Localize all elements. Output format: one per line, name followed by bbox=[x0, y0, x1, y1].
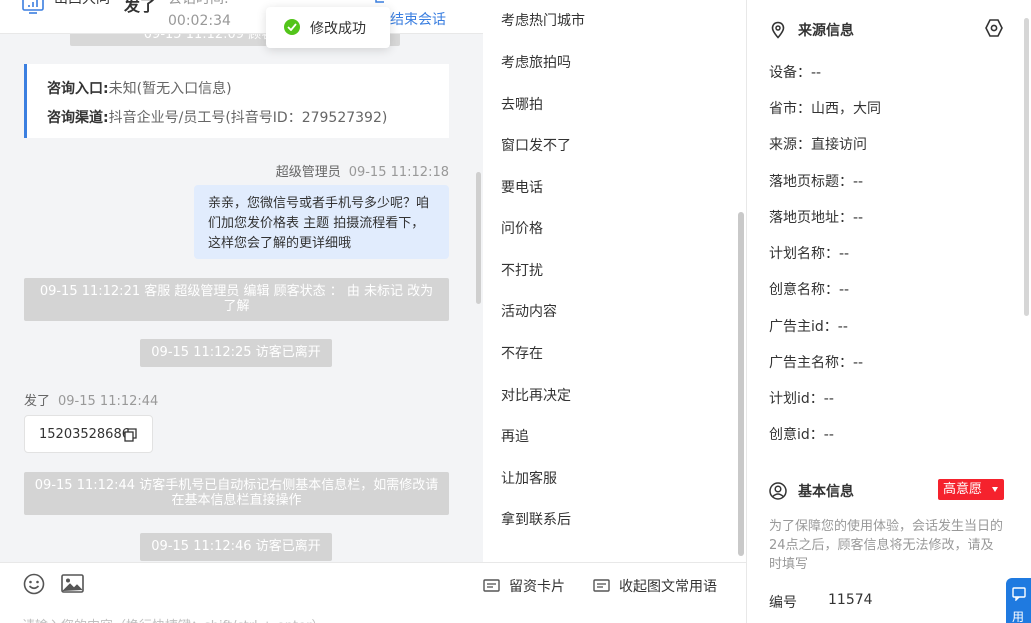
settings-icon[interactable] bbox=[984, 18, 1004, 38]
phrase-item[interactable]: 拿到联系后 bbox=[501, 509, 571, 529]
basic-info-title: 基本信息 bbox=[798, 484, 854, 500]
session-label: 会话时间: bbox=[168, 0, 231, 10]
intent-level-dropdown[interactable]: 高意愿 bbox=[938, 479, 1004, 500]
visitor-message-name: 发了 bbox=[24, 394, 51, 409]
consult-info-card: 咨询入口:未知(暂无入口信息) 咨询渠道:抖音企业号/员工号(抖音号ID：279… bbox=[24, 64, 449, 138]
session-time: 00:02:34 bbox=[168, 13, 231, 29]
chat-panel: 山西大同 发了 会话时间: 00:02:34 结束会话 09-15 11:12:… bbox=[0, 0, 483, 623]
phrase-item[interactable]: 考虑热门城市 bbox=[501, 10, 585, 30]
intent-level-label: 高意愿 bbox=[943, 482, 983, 497]
system-message: 09-15 11:12:25 访客已离开 bbox=[140, 339, 332, 367]
info-panel-scrollbar[interactable] bbox=[1024, 18, 1029, 316]
consult-entry: 咨询入口:未知(暂无入口信息) bbox=[47, 78, 232, 98]
phrase-item[interactable]: 去哪拍 bbox=[501, 94, 543, 114]
phrase-item[interactable]: 不打扰 bbox=[501, 260, 543, 280]
phrase-item[interactable]: 让加客服 bbox=[501, 468, 557, 488]
source-field-creative-name: 创意名称：-- bbox=[769, 282, 850, 298]
lead-card-label: 留资卡片 bbox=[509, 579, 565, 595]
copy-icon[interactable] bbox=[124, 428, 137, 442]
source-field-plan-id: 计划id：-- bbox=[769, 391, 834, 407]
monitor-icon bbox=[22, 0, 44, 14]
visitor-phone-number: 15203528686 bbox=[39, 427, 130, 442]
consult-channel: 咨询渠道:抖音企业号/员工号(抖音号ID：279527392) bbox=[47, 107, 387, 127]
system-message: 09-15 11:12:46 访客已离开 bbox=[140, 533, 332, 561]
consult-channel-label: 咨询渠道: bbox=[47, 110, 109, 126]
lead-card-button[interactable]: 留资卡片 bbox=[483, 576, 565, 596]
phrase-item[interactable]: 问价格 bbox=[501, 218, 543, 238]
phrase-item[interactable]: 再追 bbox=[501, 426, 529, 446]
consult-channel-value: 抖音企业号/员工号(抖音号ID：279527392) bbox=[108, 110, 388, 126]
source-field-landing-title: 落地页标题：-- bbox=[769, 174, 864, 190]
visitor-nickname: 发了 bbox=[124, 0, 157, 15]
basic-info-header: 基本信息 bbox=[769, 481, 854, 501]
phrase-item[interactable]: 活动内容 bbox=[501, 301, 557, 321]
phrase-item[interactable]: 窗口发不了 bbox=[501, 135, 571, 155]
chevron-down-icon bbox=[992, 487, 998, 492]
phrase-item[interactable]: 要电话 bbox=[501, 177, 543, 197]
phrase-item[interactable]: 对比再决定 bbox=[501, 385, 571, 405]
source-field-advertiser-name: 广告主名称：-- bbox=[769, 355, 864, 371]
quick-phrase-list: 考虑热门城市 考虑旅拍吗 去哪拍 窗口发不了 要电话 问价格 不打扰 活动内容 … bbox=[483, 0, 746, 562]
visitor-message-bubble: 15203528686 bbox=[24, 415, 153, 453]
collapse-phrases-button[interactable]: 收起图文常用语 bbox=[593, 576, 717, 596]
end-session-button[interactable]: 结束会话 bbox=[390, 9, 446, 29]
source-field-region: 省市：山西，大同 bbox=[769, 101, 881, 117]
consult-entry-label: 咨询入口: bbox=[47, 81, 109, 97]
source-field-device: 设备：-- bbox=[769, 65, 822, 81]
source-field-plan-name: 计划名称：-- bbox=[769, 246, 850, 262]
customer-number-value: 11574 bbox=[828, 592, 873, 608]
source-info-title: 来源信息 bbox=[798, 23, 854, 39]
chat-header: 山西大同 发了 会话时间: 00:02:34 结束会话 bbox=[0, 0, 483, 34]
chat-scrollbar[interactable] bbox=[476, 172, 481, 304]
source-field-origin: 来源：直接访问 bbox=[769, 137, 867, 153]
message-composer: 留资卡片 收起图文常用语 请输入您的内容（换行快捷键：shift/ctrl + … bbox=[0, 562, 746, 623]
source-field-creative-id: 创意id：-- bbox=[769, 427, 834, 443]
source-field-landing-url: 落地页地址：-- bbox=[769, 210, 864, 226]
source-info-header: 来源信息 bbox=[769, 20, 854, 40]
floating-phrase-button[interactable]: 用 bbox=[1006, 578, 1031, 623]
emoji-icon[interactable] bbox=[23, 573, 45, 595]
phrase-scrollbar[interactable] bbox=[738, 212, 744, 556]
agent-message-meta: 超级管理员 09-15 11:12:18 bbox=[276, 161, 449, 180]
consult-entry-value: 未知(暂无入口信息) bbox=[108, 81, 232, 97]
end-session-icon[interactable] bbox=[374, 0, 386, 6]
info-edit-notice: 为了保障您的使用体验，会话发生当日的24点之后，顾客信息将无法修改，请及时填写 bbox=[769, 519, 1004, 572]
success-toast: 修改成功 bbox=[266, 7, 390, 48]
toast-message: 修改成功 bbox=[310, 21, 366, 37]
phrase-item[interactable]: 不存在 bbox=[501, 343, 543, 363]
chat-bubble-icon bbox=[1012, 587, 1026, 601]
system-message: 09-15 11:12:44 访客手机号已自动标记右侧基本信息栏，如需修改请在基… bbox=[24, 472, 449, 515]
phrase-item[interactable]: 考虑旅拍吗 bbox=[501, 52, 571, 72]
success-check-icon bbox=[284, 19, 300, 35]
location-pin-icon bbox=[771, 21, 785, 39]
image-icon[interactable] bbox=[61, 574, 84, 593]
customer-info-panel: 来源信息 设备：-- 省市：山西，大同 来源：直接访问 落地页标题：-- 落地页… bbox=[747, 0, 1031, 623]
visitor-message-meta: 发了 09-15 11:12:44 bbox=[24, 390, 158, 409]
customer-number-label: 编号 bbox=[769, 595, 797, 611]
collapse-phrases-label: 收起图文常用语 bbox=[619, 579, 717, 595]
chat-workspace: 山西大同 发了 会话时间: 00:02:34 结束会话 09-15 11:12:… bbox=[0, 0, 1031, 623]
floating-button-label: 用 bbox=[1012, 610, 1025, 623]
source-field-advertiser-id: 广告主id：-- bbox=[769, 319, 848, 335]
agent-message-time: 09-15 11:12:18 bbox=[348, 165, 449, 180]
agent-message-bubble: 亲亲，您微信号或者手机号多少呢？咱们加您发价格表 主题 拍摄流程看下，这样您会了… bbox=[194, 185, 449, 259]
system-message: 09-15 11:12:21 客服 超级管理员 编辑 顾客状态 ： 由 未标记 … bbox=[24, 278, 449, 321]
message-icon bbox=[593, 579, 610, 592]
user-icon bbox=[769, 482, 787, 500]
card-icon bbox=[483, 579, 500, 592]
message-input[interactable]: 请输入您的内容（换行快捷键：shift/ctrl + enter） bbox=[22, 615, 325, 623]
session-duration: 会话时间: 00:02:34 bbox=[168, 0, 231, 32]
visitor-message-time: 09-15 11:12:44 bbox=[58, 394, 159, 409]
agent-name: 超级管理员 bbox=[275, 165, 341, 180]
transfer-icon[interactable] bbox=[298, 0, 314, 6]
visitor-name: 山西大同 bbox=[54, 0, 114, 10]
